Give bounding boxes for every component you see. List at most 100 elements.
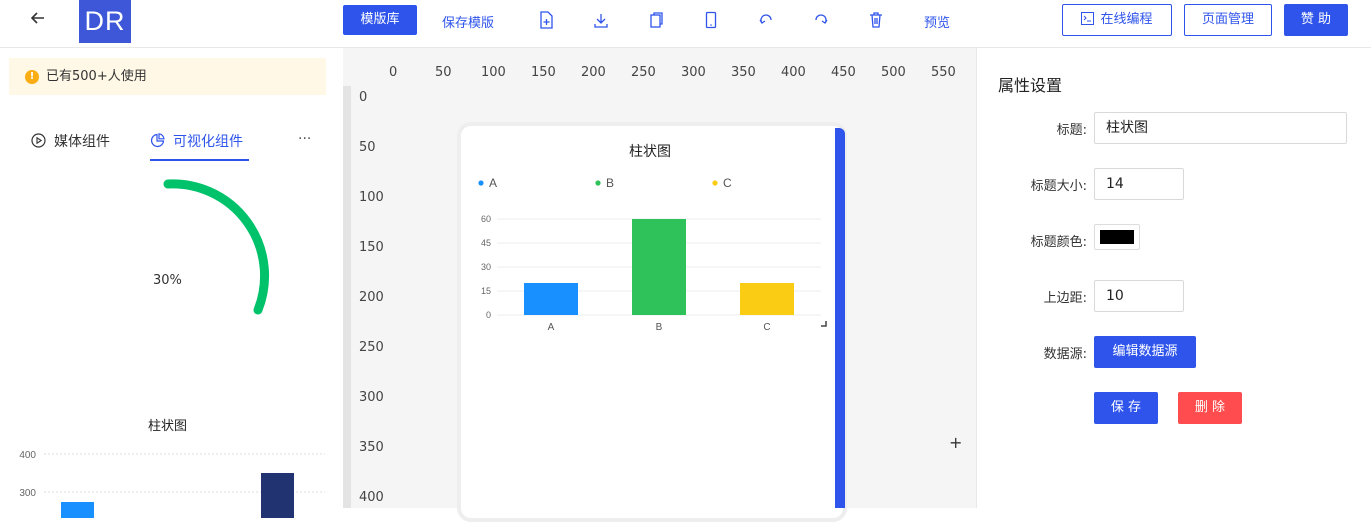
notice-text: 已有500+人使用 [46, 69, 147, 84]
datasource-label: 数据源: [1043, 347, 1087, 362]
legend-label: C [723, 176, 732, 190]
ruler-x-label: 500 [881, 65, 906, 80]
tab-media[interactable]: 媒体组件 [31, 131, 110, 151]
active-tab-indicator [150, 159, 249, 161]
add-icon[interactable]: + [949, 433, 962, 452]
ruler-x-label: 150 [531, 65, 556, 80]
download-icon[interactable] [593, 11, 609, 29]
design-canvas[interactable]: 0 50 100 150 200 250 300 350 400 450 500 550 0 50 100… [343, 48, 976, 522]
tab-visualization[interactable]: 可视化组件 [150, 131, 243, 151]
mini-ytick: 400 [19, 450, 36, 461]
delete-button[interactable]: 删 除 [1178, 392, 1242, 424]
y-tick-label: 30 [481, 262, 491, 272]
gauge-widget[interactable] [100, 168, 280, 318]
y-tick-label: 0 [486, 310, 491, 320]
component-panel: ! 已有500+人使用 媒体组件 可视化组件 ··· 30% 柱状图 400 3… [0, 48, 343, 518]
sponsor-button[interactable]: 赞 助 [1284, 4, 1348, 36]
mini-chart-title: 柱状图 [148, 419, 188, 434]
back-arrow-icon[interactable] [30, 10, 46, 31]
ruler-x-label: 300 [681, 65, 706, 80]
warning-icon: ! [25, 70, 39, 84]
legend-marker [712, 180, 718, 186]
more-tabs-button[interactable]: ··· [298, 131, 311, 147]
save-template-button[interactable]: 保存模版 [442, 12, 494, 31]
save-button[interactable]: 保 存 [1094, 392, 1158, 424]
ruler-x-label: 50 [435, 65, 452, 80]
ruler-y-label: 50 [359, 140, 376, 155]
selection-handle[interactable] [835, 128, 845, 508]
horizontal-ruler: 0 50 100 150 200 250 300 350 400 450 500 550 [343, 48, 976, 86]
gauge-label: 30% [153, 273, 182, 288]
chart-title: 柱状图 [629, 143, 671, 159]
ruler-y-label: 200 [359, 290, 384, 305]
page-manage-button[interactable]: 页面管理 [1184, 4, 1272, 36]
ruler-y-label: 400 [359, 490, 384, 505]
tab-media-label: 媒体组件 [54, 134, 110, 150]
phone-preview[interactable]: 柱状图 A B C 0 15 30 45 60 A B C [457, 122, 847, 522]
ruler-y-label: 100 [359, 190, 384, 205]
y-tick-label: 15 [481, 286, 491, 296]
x-tick-label: C [763, 322, 770, 333]
new-page-icon[interactable] [538, 11, 554, 29]
pie-chart-icon [150, 133, 165, 148]
ruler-x-label: 550 [931, 65, 956, 80]
legend-label: B [606, 176, 614, 190]
ruler-x-label: 450 [831, 65, 856, 80]
online-code-label: 在线编程 [1100, 12, 1153, 27]
ruler-x-label: 0 [389, 65, 398, 80]
ruler-x-label: 400 [781, 65, 806, 80]
title-size-input[interactable]: 14 [1094, 168, 1184, 200]
color-swatch [1100, 230, 1134, 244]
legend-marker [478, 180, 484, 186]
delete-icon[interactable] [868, 11, 884, 29]
ruler-x-label: 200 [581, 65, 606, 80]
mini-bar-chart[interactable]: 400 300 [0, 438, 343, 518]
ruler-x-label: 350 [731, 65, 756, 80]
mini-bar [61, 502, 94, 518]
usage-notice: ! 已有500+人使用 [9, 58, 326, 95]
top-margin-input[interactable]: 10 [1094, 280, 1184, 312]
online-code-button[interactable]: 在线编程 [1062, 4, 1172, 36]
mini-ytick: 300 [19, 488, 36, 499]
x-tick-label: A [548, 322, 555, 333]
bar [740, 283, 794, 315]
legend-label: A [489, 176, 497, 190]
y-tick-label: 45 [481, 238, 491, 248]
preview-button[interactable]: 预览 [924, 12, 950, 31]
ruler-x-label: 100 [481, 65, 506, 80]
ruler-y-label: 350 [359, 440, 384, 455]
gauge-arc [163, 179, 269, 315]
edit-datasource-button[interactable]: 编辑数据源 [1094, 336, 1196, 368]
play-circle-icon [31, 133, 46, 148]
ruler-y-label: 0 [359, 90, 368, 105]
undo-icon[interactable] [758, 11, 774, 29]
title-color-picker[interactable] [1094, 224, 1140, 250]
y-tick-label: 60 [481, 214, 491, 224]
title-color-label: 标题颜色: [1030, 235, 1087, 250]
legend-marker [595, 180, 601, 186]
panel-title: 属性设置 [998, 76, 1063, 95]
terminal-icon [1081, 12, 1095, 25]
title-size-label: 标题大小: [1030, 179, 1087, 194]
top-margin-label: 上边距: [1043, 291, 1087, 306]
title-label: 标题: [1056, 123, 1087, 138]
ruler-x-label: 250 [631, 65, 656, 80]
ruler-y-label: 300 [359, 390, 384, 405]
title-input[interactable]: 柱状图 [1094, 112, 1347, 144]
tab-visualization-label: 可视化组件 [173, 134, 243, 150]
mobile-icon[interactable] [703, 11, 719, 29]
bar [632, 219, 686, 315]
logo: DR [79, 0, 131, 43]
mini-bar [261, 473, 294, 518]
copy-icon[interactable] [648, 11, 664, 29]
ruler-y-label: 150 [359, 240, 384, 255]
properties-panel: 属性设置 标题: 柱状图 标题大小: 14 标题颜色: 上边距: 10 数据源:… [976, 48, 1371, 508]
resize-handle-icon [821, 321, 827, 327]
top-toolbar: DR 模版库 保存模版 预览 在线编程 页面管理 赞 助 [0, 0, 1371, 48]
redo-icon[interactable] [813, 11, 829, 29]
bar [524, 283, 578, 315]
bar-chart-component[interactable]: 柱状图 A B C 0 15 30 45 60 A B C [461, 126, 843, 346]
vertical-ruler: 0 50 100 150 200 250 300 350 400 [343, 86, 395, 508]
template-library-button[interactable]: 模版库 [343, 5, 417, 35]
ruler-y-label: 250 [359, 340, 384, 355]
